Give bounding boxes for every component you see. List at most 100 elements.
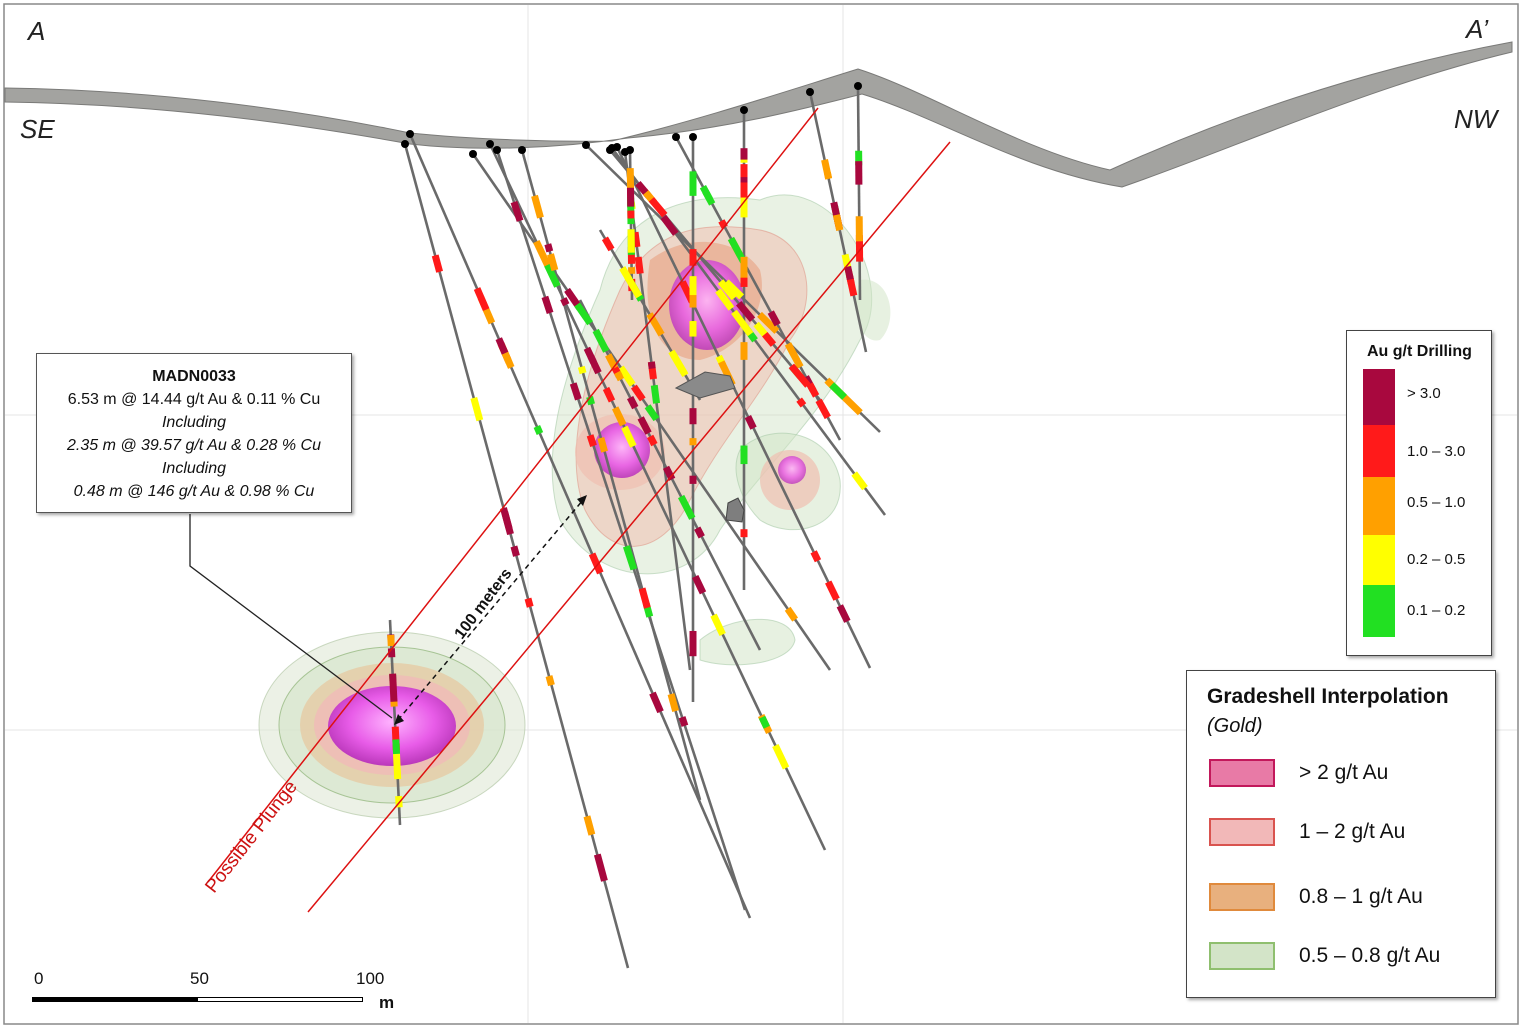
drill-legend-swatch-3 xyxy=(1363,535,1395,585)
assay-interval xyxy=(531,194,544,219)
assay-interval xyxy=(810,550,822,563)
drill-legend-label-0: > 3.0 xyxy=(1407,385,1441,402)
drill-legend-label-3: 0.2 – 0.5 xyxy=(1407,551,1466,568)
assay-interval xyxy=(627,210,635,219)
assay-interval xyxy=(626,187,635,207)
assay-interval xyxy=(689,171,697,196)
assay-interval xyxy=(740,148,748,160)
assay-interval xyxy=(649,691,664,714)
gradeshell-legend-title: Gradeshell Interpolation xyxy=(1207,685,1449,708)
drilling-legend-title: Au g/t Drilling xyxy=(1367,343,1472,360)
direction-se: SE xyxy=(20,114,55,144)
gradeshell-swatch-2 xyxy=(1209,883,1275,911)
drill-intercept-callout: MADN0033 6.53 m @ 14.44 g/t Au & 0.11 % … xyxy=(36,353,352,513)
assay-interval xyxy=(470,396,484,422)
callout-hole-id: MADN0033 xyxy=(152,368,236,385)
drill-legend-label-1: 1.0 – 3.0 xyxy=(1407,443,1466,460)
assay-interval xyxy=(855,216,863,242)
gradeshell-upper xyxy=(551,194,891,666)
assay-interval xyxy=(593,853,608,882)
drill-legend-swatch-4 xyxy=(1363,585,1395,637)
drill-collar xyxy=(672,133,680,141)
assay-interval xyxy=(740,182,748,198)
assay-interval xyxy=(836,604,851,623)
assay-interval xyxy=(689,475,697,484)
callout-line-3: 2.35 m @ 39.57 g/t Au & 0.28 % Cu xyxy=(66,437,321,454)
assay-interval xyxy=(431,254,443,273)
drill-collar xyxy=(469,150,477,158)
drill-collar xyxy=(493,146,501,154)
drill-collar xyxy=(740,106,748,114)
assay-interval xyxy=(392,739,401,755)
assay-interval xyxy=(647,361,656,369)
topographic-surface xyxy=(4,41,1513,188)
gradeshell-label-0: > 2 g/t Au xyxy=(1299,761,1389,784)
assay-interval xyxy=(689,321,697,337)
scale-tick-50: 50 xyxy=(190,969,209,988)
assay-interval xyxy=(510,545,520,557)
section-corner-a-prime: A’ xyxy=(1466,14,1489,44)
assay-interval xyxy=(524,597,534,608)
assay-interval xyxy=(638,587,651,609)
drill-legend-swatch-1 xyxy=(1363,425,1395,477)
scale-segment-1 xyxy=(32,997,198,1002)
drill-collar xyxy=(582,141,590,149)
assay-interval xyxy=(851,471,868,491)
callout-line-5: 0.48 m @ 146 g/t Au & 0.98 % Cu xyxy=(73,483,315,500)
drill-collar xyxy=(518,146,526,154)
drill-collar xyxy=(606,146,614,154)
assay-interval xyxy=(500,507,514,536)
gradeshell-swatch-3 xyxy=(1209,942,1275,970)
distance-label: 100 meters xyxy=(452,565,516,642)
scale-tick-100: 100 xyxy=(356,969,385,988)
assay-interval xyxy=(772,743,790,770)
assay-interval xyxy=(545,675,555,687)
assay-interval xyxy=(473,287,490,312)
drill-legend-label-2: 0.5 – 1.0 xyxy=(1407,494,1466,511)
assay-interval xyxy=(689,438,697,446)
gradeshell-swatch-1 xyxy=(1209,818,1275,846)
assay-interval xyxy=(689,276,697,296)
drill-collar xyxy=(486,140,494,148)
scale-unit: m xyxy=(379,993,395,1012)
drilling-grade-legend: Au g/t Drilling > 3.0 1.0 – 3.0 0.5 – 1.… xyxy=(1346,330,1492,656)
drill-legend-swatch-0 xyxy=(1363,369,1395,425)
assay-interval xyxy=(392,753,402,780)
assay-interval xyxy=(740,445,748,465)
drill-legend-label-4: 0.1 – 0.2 xyxy=(1407,602,1466,619)
assay-interval xyxy=(541,295,554,315)
gradeshell-label-2: 0.8 – 1 g/t Au xyxy=(1299,885,1423,908)
gradeshell-swatch-0 xyxy=(1209,759,1275,787)
scale-segment-2 xyxy=(197,997,363,1002)
assay-interval xyxy=(583,815,596,836)
assay-interval xyxy=(740,529,748,538)
callout-line-2: Including xyxy=(161,414,227,431)
assay-interval xyxy=(533,425,544,435)
assay-interval xyxy=(855,161,863,185)
callout-line-1: 6.53 m @ 14.44 g/t Au & 0.11 % Cu xyxy=(67,391,321,408)
assay-interval xyxy=(626,168,635,191)
assay-interval xyxy=(689,408,697,425)
gradeshell-legend: Gradeshell Interpolation (Gold) > 2 g/t … xyxy=(1186,670,1496,998)
assay-interval xyxy=(627,229,635,253)
gradeshell-label-3: 0.5 – 0.8 g/t Au xyxy=(1299,944,1441,967)
callout-line-4: Including xyxy=(161,460,227,477)
drill-collar xyxy=(406,130,414,138)
section-corner-a: A xyxy=(28,16,46,46)
assay-interval xyxy=(740,278,748,287)
direction-nw: NW xyxy=(1454,104,1498,134)
drill-collar xyxy=(626,146,634,154)
assay-interval xyxy=(829,382,847,400)
assay-interval xyxy=(495,337,509,355)
scale-bar: 0 50 100 m xyxy=(30,965,410,1015)
drill-legend-swatch-2 xyxy=(1363,477,1395,535)
drill-collar xyxy=(689,133,697,141)
assay-interval xyxy=(825,580,840,601)
assay-interval xyxy=(815,398,831,420)
assay-interval xyxy=(689,630,697,657)
drill-collar xyxy=(854,82,862,90)
gradeshell-legend-subtitle: (Gold) xyxy=(1207,715,1263,737)
section-view: Possible Plunge 100 meters A A’ SE NW MA… xyxy=(0,0,1523,1028)
assay-interval xyxy=(389,673,398,702)
drill-collar xyxy=(806,88,814,96)
